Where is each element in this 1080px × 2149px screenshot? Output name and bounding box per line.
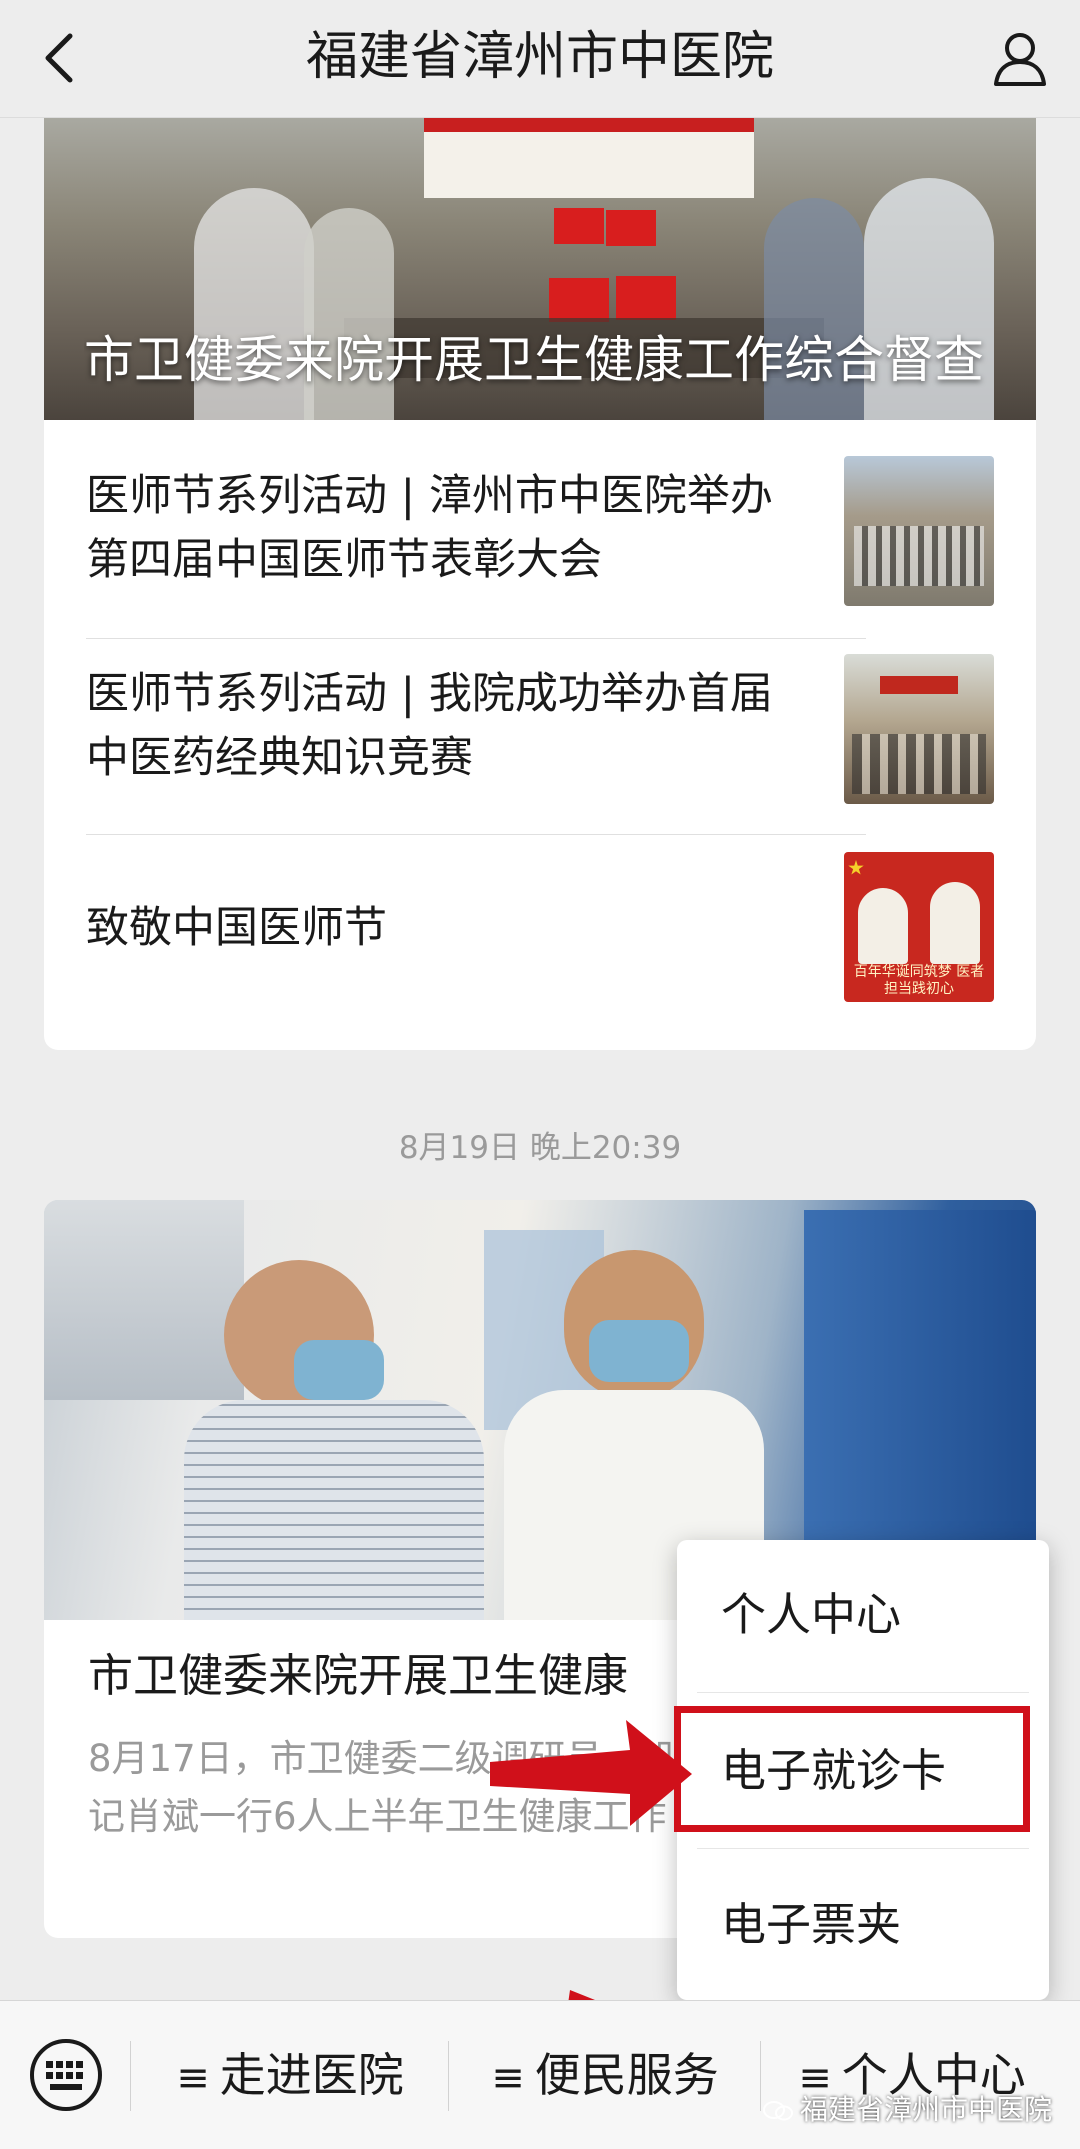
list-item-title: 医师节系列活动 | 漳州市中医院举办第四届中国医师节表彰大会: [86, 471, 773, 585]
list-item-title: 医师节系列活动 | 我院成功举办首届中医药经典知识竞赛: [86, 669, 773, 783]
keyboard-icon[interactable]: [28, 2037, 104, 2113]
watermark-text: 福建省漳州市中医院: [800, 2093, 1053, 2126]
submenu-item-personal-center[interactable]: 个人中心: [677, 1540, 1049, 1690]
menu-button-label: 走进医院: [219, 2048, 404, 2102]
divider: [760, 2041, 761, 2111]
divider: [130, 2041, 131, 2111]
hero-image-1[interactable]: 市卫健委来院开展卫生健康工作综合督查: [44, 118, 1036, 420]
flag-shape: [554, 208, 604, 244]
flag-shape: [616, 276, 676, 320]
list-item[interactable]: 医师节系列活动 | 漳州市中医院举办第四届中国医师节表彰大会: [86, 456, 994, 606]
page-title: 福建省漳州市中医院: [305, 27, 774, 87]
timestamp: 8月19日 晚上20:39: [398, 1130, 682, 1166]
divider: [448, 2041, 449, 2111]
person-body: [184, 1400, 484, 1620]
watermark: 福建省漳州市中医院: [762, 2088, 1052, 2128]
curtain-shape: [804, 1210, 1036, 1570]
divider: [697, 1848, 1029, 1849]
screen-banner: [424, 118, 754, 132]
thumbnail-caption: 百年华诞同筑梦 医者担当践初心: [853, 964, 985, 997]
divider: [86, 638, 866, 639]
menu-button-label: 便民服务: [534, 2048, 719, 2102]
arrow-icon: [490, 1720, 692, 1826]
divider: [86, 834, 866, 835]
top-navigation-bar: 福建省漳州市中医院: [0, 0, 1080, 118]
list-item-title: 致敬中国医师节: [86, 903, 387, 953]
thumbnail-image: [844, 456, 994, 606]
thumbnail-image: [844, 654, 994, 804]
person-icon[interactable]: [988, 26, 1052, 90]
highlight-box-e-card: [674, 1706, 1030, 1832]
hamburger-icon: ≡: [491, 2055, 525, 2101]
thumbnail-image: 百年华诞同筑梦 医者担当践初心: [844, 852, 994, 1002]
flag-shape: [606, 210, 656, 246]
window-shape: [44, 1200, 244, 1400]
hamburger-icon: ≡: [176, 2055, 210, 2101]
menu-button-services[interactable]: ≡ 便民服务: [450, 2001, 760, 2149]
menu-button-about-hospital[interactable]: ≡ 走进医院: [132, 2001, 448, 2149]
divider: [697, 1692, 1029, 1693]
article-card-1: 市卫健委来院开展卫生健康工作综合督查 医师节系列活动 | 漳州市中医院举办第四届…: [44, 118, 1036, 1050]
list-item[interactable]: 致敬中国医师节 百年华诞同筑梦 医者担当践初心: [86, 852, 994, 1002]
list-item[interactable]: 医师节系列活动 | 我院成功举办首届中医药经典知识竞赛: [86, 654, 994, 804]
face-mask: [294, 1340, 384, 1400]
face-mask: [589, 1320, 689, 1382]
hero-caption: 市卫健委来院开展卫生健康工作综合督查: [84, 331, 984, 389]
wechat-icon: [763, 2101, 793, 2121]
article-title: 市卫健委来院开展卫生健康: [88, 1649, 629, 1702]
flag-shape: [549, 278, 609, 322]
